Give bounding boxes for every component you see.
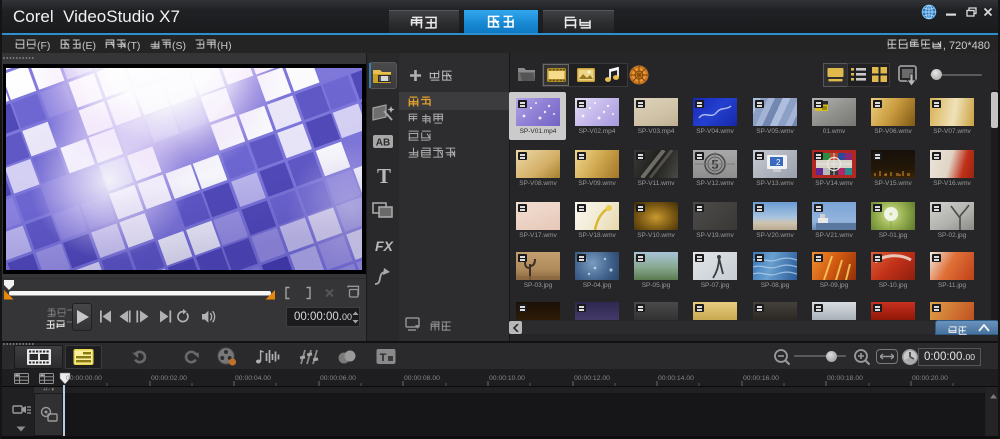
svg-text:00:00:02.00: 00:00:02.00 [151,375,187,382]
svg-text:00:00:00.00: 00:00:00.00 [66,375,102,382]
svg-text:T: T [380,352,387,364]
svg-text:00:00:06.00: 00:00:06.00 [320,375,356,382]
svg-text:00:00:16.00: 00:00:16.00 [743,375,779,382]
svg-text:00:00:10.00: 00:00:10.00 [489,375,525,382]
svg-text:00:00:20.00: 00:00:20.00 [912,375,948,382]
svg-text:00:00:04.00: 00:00:04.00 [235,375,271,382]
svg-text:00:00:12.00: 00:00:12.00 [574,375,610,382]
svg-text:00:00:14.00: 00:00:14.00 [658,375,694,382]
svg-text:00:00:18.00: 00:00:18.00 [827,375,863,382]
svg-text:00:00:08.00: 00:00:08.00 [404,375,440,382]
svg-text:AB: AB [376,138,390,149]
svg-text:2: 2 [776,158,781,167]
